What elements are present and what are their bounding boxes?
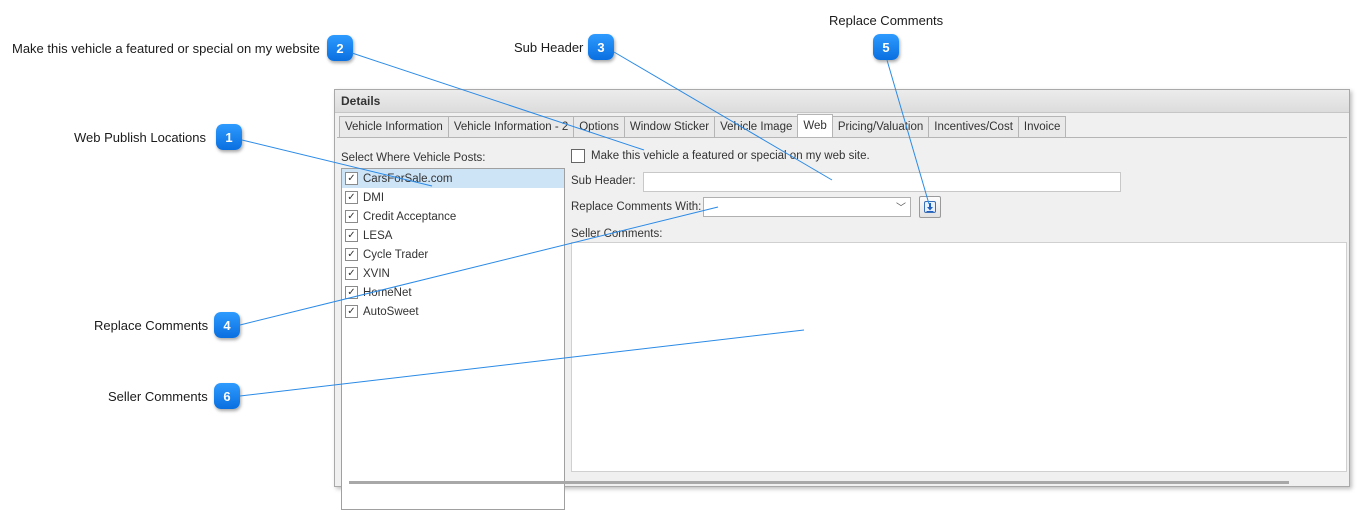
tab-vehicle-information[interactable]: Vehicle Information — [339, 116, 449, 137]
location-checkbox[interactable]: ✓ — [345, 286, 358, 299]
web-settings-area: Make this vehicle a featured or special … — [571, 138, 1347, 484]
callout-label-4: Replace Comments — [94, 318, 209, 333]
replace-comments-apply-button[interactable] — [919, 196, 941, 218]
tab-window-sticker[interactable]: Window Sticker — [623, 116, 716, 137]
callout-badge-6: 6 — [214, 383, 240, 409]
list-item[interactable]: ✓ AutoSweet — [342, 302, 564, 321]
list-item-label: AutoSweet — [363, 305, 419, 318]
tab-vehicle-information-2[interactable]: Vehicle Information - 2 — [447, 116, 575, 137]
tab-pricing-valuation[interactable]: Pricing/Valuation — [831, 116, 930, 137]
tab-invoice[interactable]: Invoice — [1017, 116, 1067, 137]
location-checkbox[interactable]: ✓ — [345, 248, 358, 261]
web-tab-body: Select Where Vehicle Posts: ✓ CarsForSal… — [337, 137, 1347, 510]
callout-label-1: Web Publish Locations — [74, 130, 207, 145]
location-checkbox[interactable]: ✓ — [345, 229, 358, 242]
replace-comments-label: Replace Comments With: — [571, 201, 702, 213]
list-item-label: Cycle Trader — [363, 248, 429, 261]
sub-header-input[interactable] — [643, 172, 1121, 192]
list-item-label: DMI — [363, 191, 385, 204]
list-item[interactable]: ✓ LESA — [342, 226, 564, 245]
seller-comments-label: Seller Comments: — [571, 228, 663, 240]
tab-incentives-cost[interactable]: Incentives/Cost — [928, 116, 1019, 137]
callout-label-6: Seller Comments — [108, 389, 208, 404]
list-item[interactable]: ✓ HomeNet — [342, 283, 564, 302]
list-item[interactable]: ✓ Credit Acceptance — [342, 207, 564, 226]
seller-comments-textarea[interactable] — [571, 242, 1347, 472]
callout-badge-4: 4 — [214, 312, 240, 338]
location-checkbox[interactable]: ✓ — [345, 191, 358, 204]
callout-badge-2: 2 — [327, 35, 353, 61]
panel-title: Details — [335, 90, 1349, 113]
list-item[interactable]: ✓ XVIN — [342, 264, 564, 283]
details-panel: Details Vehicle Information Vehicle Info… — [334, 89, 1350, 510]
callout-label-5: Replace Comments — [829, 13, 944, 28]
tab-options[interactable]: Options — [573, 116, 625, 137]
posts-label: Select Where Vehicle Posts: — [341, 152, 486, 164]
tab-strip: Vehicle Information Vehicle Information … — [339, 114, 1067, 137]
sub-header-label: Sub Header: — [571, 175, 636, 187]
callout-badge-1: 1 — [216, 124, 242, 150]
chevron-down-icon: ﹀ — [896, 203, 906, 214]
callout-label-3: Sub Header — [514, 40, 584, 55]
callout-badge-3: 3 — [588, 34, 614, 60]
list-item-label: CarsForSale.com — [363, 172, 453, 185]
featured-checkbox[interactable] — [571, 149, 585, 163]
arrow-down-icon — [924, 201, 936, 213]
location-checkbox[interactable]: ✓ — [345, 267, 358, 280]
location-checkbox[interactable]: ✓ — [345, 172, 358, 185]
list-item[interactable]: ✓ DMI — [342, 188, 564, 207]
tab-web[interactable]: Web — [797, 114, 833, 137]
horizontal-scrollbar[interactable] — [349, 481, 1289, 484]
callout-badge-5: 5 — [873, 34, 899, 60]
location-checkbox[interactable]: ✓ — [345, 210, 358, 223]
featured-label: Make this vehicle a featured or special … — [591, 150, 870, 162]
tab-vehicle-image[interactable]: Vehicle Image — [714, 116, 799, 137]
list-item-label: HomeNet — [363, 286, 412, 299]
list-item-label: XVIN — [363, 267, 390, 280]
list-item-label: LESA — [363, 229, 393, 242]
list-item-label: Credit Acceptance — [363, 210, 457, 223]
list-item[interactable]: ✓ CarsForSale.com — [342, 169, 564, 188]
callout-label-2: Make this vehicle a featured or special … — [12, 41, 320, 56]
featured-row: Make this vehicle a featured or special … — [571, 149, 870, 163]
replace-comments-select[interactable]: ﹀ — [703, 197, 911, 217]
location-checkbox[interactable]: ✓ — [345, 305, 358, 318]
list-item[interactable]: ✓ Cycle Trader — [342, 245, 564, 264]
web-publish-locations-list: ✓ CarsForSale.com ✓ DMI ✓ Credit Accepta… — [341, 168, 565, 510]
